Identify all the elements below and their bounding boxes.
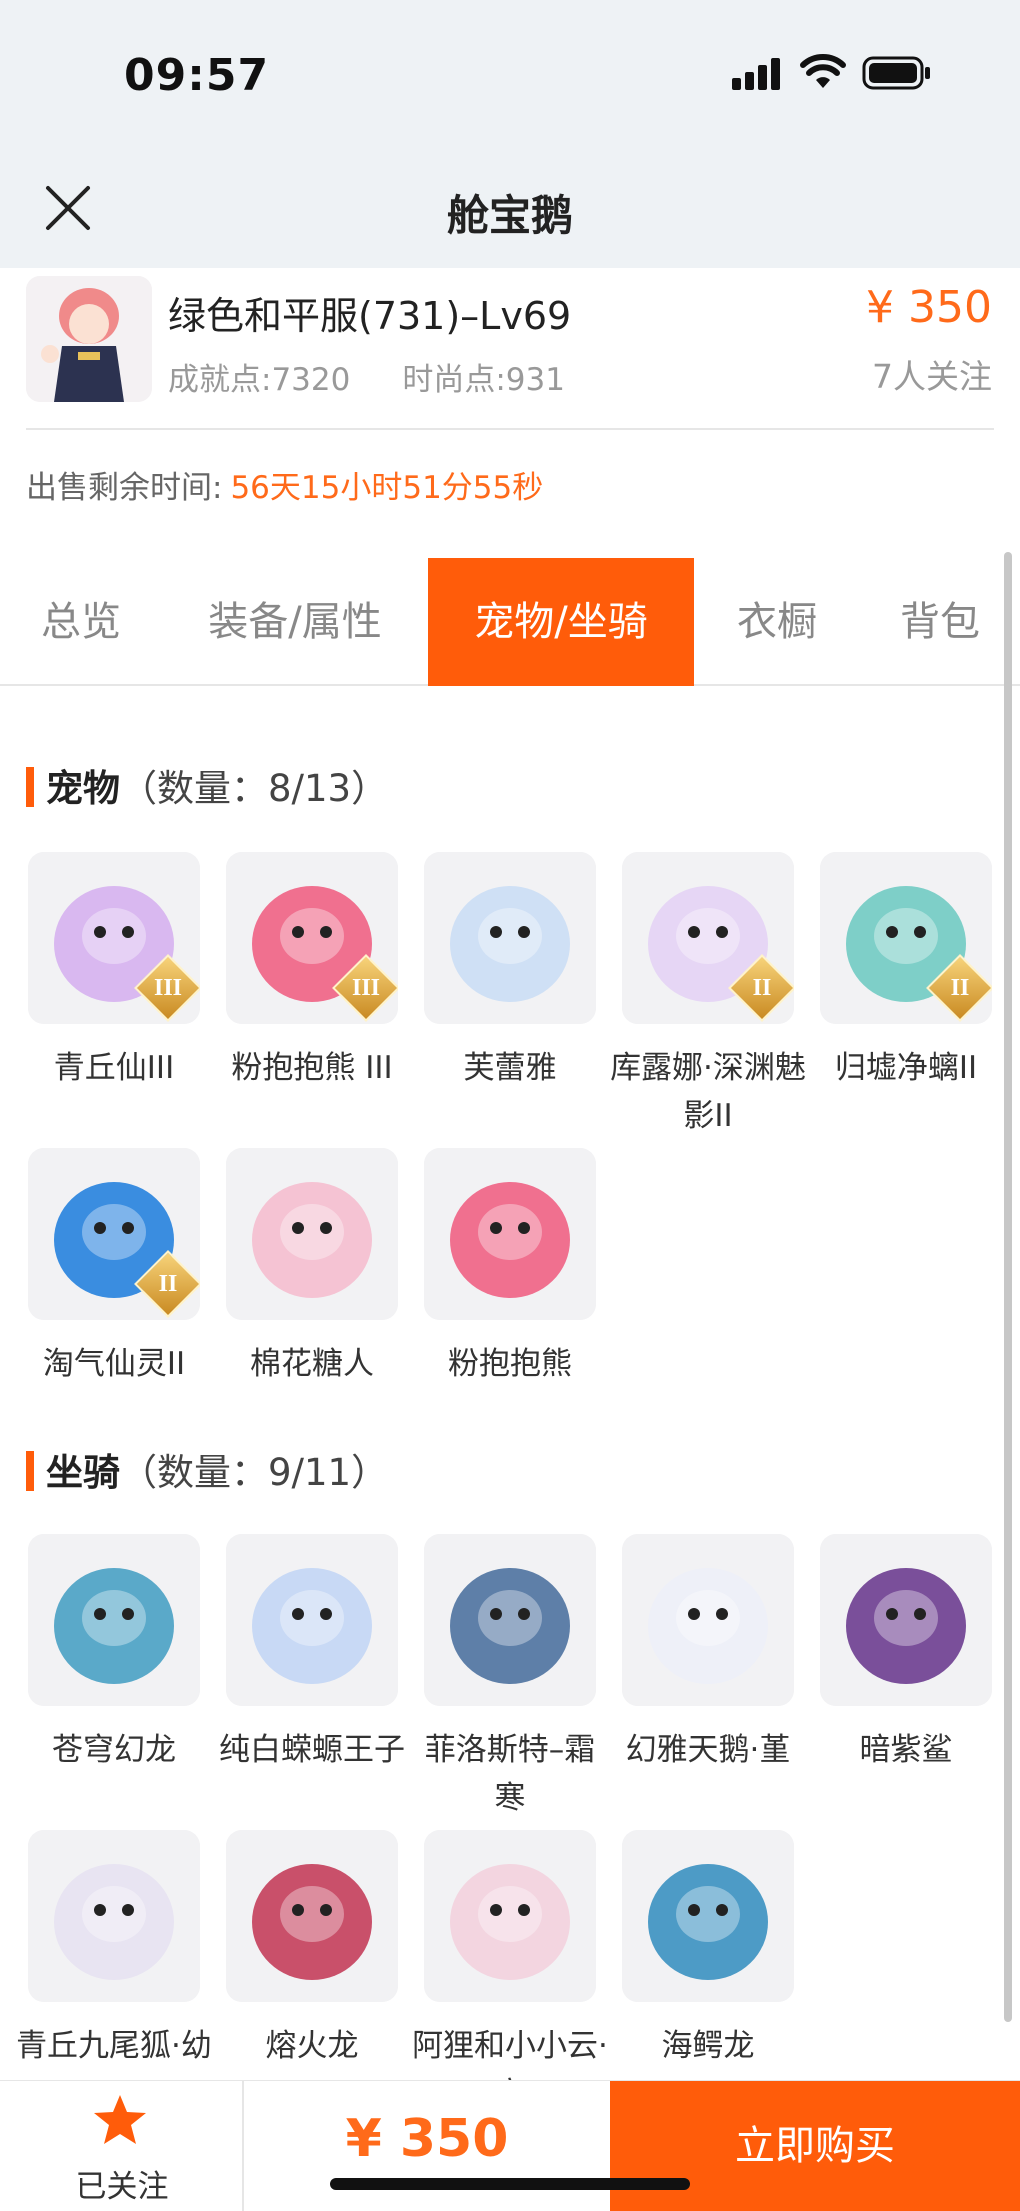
- remaining-time-value: 56天15小时51分55秒: [230, 470, 544, 506]
- mount-item[interactable]: 青丘九尾狐·幼: [14, 1830, 214, 2070]
- mount-thumbnail: [424, 1534, 596, 1706]
- character-stats: 成就点:7320 时尚点:931: [168, 354, 565, 399]
- star-icon: [94, 2095, 146, 2144]
- mount-name: 苍穹幻龙: [52, 1732, 176, 1768]
- mount-name: 纯白蝾螈王子: [219, 1732, 405, 1768]
- character-name: 绿色和平服(731)–Lv69: [168, 294, 572, 338]
- bottom-bar: 已关注 ¥ 350 立即购买: [0, 2080, 1020, 2211]
- mount-item[interactable]: 菲洛斯特–霜寒: [410, 1534, 610, 1822]
- mount-thumbnail: [424, 1830, 596, 2002]
- pets-section-title: 宠物（数量：8/13）: [26, 758, 388, 812]
- pet-item[interactable]: III 粉抱抱熊 III: [212, 852, 412, 1092]
- mount-item[interactable]: 纯白蝾螈王子: [212, 1534, 412, 1774]
- mount-item[interactable]: 海鳄龙: [608, 1830, 808, 2070]
- pet-thumbnail: [424, 852, 596, 1024]
- pet-item[interactable]: II 归墟净螭II: [806, 852, 1006, 1092]
- mounts-section-title: 坐骑（数量：9/11）: [26, 1442, 388, 1496]
- pet-name: 库露娜·深渊魅影II: [610, 1050, 806, 1134]
- status-time: 09:57: [124, 50, 270, 101]
- section-marker: [26, 767, 34, 807]
- page-title: 舱宝鹅: [446, 191, 573, 240]
- remaining-time-label: 出售剩余时间:: [26, 470, 223, 506]
- pet-name: 芙蕾雅: [463, 1050, 557, 1086]
- buy-now-button[interactable]: 立即购买: [610, 2081, 1020, 2211]
- grade-badge-text: III: [153, 975, 183, 1001]
- section-marker: [26, 1451, 34, 1491]
- tab-backpack[interactable]: 背包: [860, 558, 1020, 686]
- pet-name: 棉花糖人: [250, 1346, 374, 1382]
- divider: [26, 428, 994, 430]
- mount-thumbnail: [622, 1830, 794, 2002]
- mount-item[interactable]: 阿狸和小小云·高: [410, 1830, 610, 2118]
- pet-thumbnail: III: [28, 852, 200, 1024]
- tab-wardrobe[interactable]: 衣橱: [694, 558, 860, 686]
- pet-thumbnail: II: [820, 852, 992, 1024]
- tab-bar: 总览 装备/属性 宠物/坐骑 衣橱 背包: [0, 558, 1020, 686]
- scrollbar[interactable]: [1004, 552, 1012, 2022]
- pet-item[interactable]: II 淘气仙灵II: [14, 1148, 214, 1388]
- remaining-time: 出售剩余时间: 56天15小时51分55秒: [26, 462, 543, 507]
- status-bar: 09:57: [0, 0, 1020, 150]
- fashion-points: 时尚点:931: [402, 362, 565, 398]
- mount-thumbnail: [226, 1830, 398, 2002]
- pets-count: （数量：8/13）: [120, 767, 389, 810]
- character-avatar: [26, 276, 152, 402]
- bottom-price: ¥ 350: [345, 2109, 509, 2169]
- mount-name: 菲洛斯特–霜寒: [424, 1732, 596, 1816]
- pet-name: 淘气仙灵II: [42, 1346, 186, 1382]
- mount-name: 熔火龙: [265, 2028, 359, 2064]
- grade-badge-text: III: [351, 975, 381, 1001]
- achievement-points: 成就点:7320: [168, 362, 351, 398]
- grade-badge-text: II: [752, 975, 772, 1001]
- follow-button[interactable]: 已关注: [0, 2081, 244, 2211]
- listing-price: ¥ 350: [866, 282, 992, 333]
- mount-thumbnail: [226, 1534, 398, 1706]
- mount-item[interactable]: 幻雅天鹅·堇: [608, 1534, 808, 1774]
- pet-item[interactable]: 芙蕾雅: [410, 852, 610, 1092]
- follow-label: 已关注: [75, 2169, 169, 2205]
- pet-thumbnail: II: [28, 1148, 200, 1320]
- mount-thumbnail: [622, 1534, 794, 1706]
- wifi-icon: [800, 54, 846, 88]
- grade-badge-text: II: [950, 975, 970, 1001]
- pet-name: 青丘仙III: [53, 1050, 175, 1086]
- battery-icon: [862, 56, 930, 90]
- mount-name: 青丘九尾狐·幼: [16, 2028, 212, 2064]
- tab-pets-mounts[interactable]: 宠物/坐骑: [428, 558, 694, 686]
- mount-item[interactable]: 熔火龙: [212, 1830, 412, 2070]
- pet-name: 归墟净螭II: [834, 1050, 978, 1086]
- pet-thumbnail: II: [622, 852, 794, 1024]
- pet-name: 粉抱抱熊 III: [231, 1050, 393, 1086]
- mount-thumbnail: [28, 1830, 200, 2002]
- mounts-title: 坐骑: [46, 1451, 120, 1494]
- grade-badge-text: II: [158, 1271, 178, 1297]
- mount-item[interactable]: 暗紫鲨: [806, 1534, 1006, 1774]
- mounts-count: （数量：9/11）: [120, 1451, 389, 1494]
- tab-equipment[interactable]: 装备/属性: [162, 558, 428, 686]
- pet-thumbnail: [226, 1148, 398, 1320]
- home-indicator: [330, 2178, 690, 2190]
- pet-item[interactable]: II 库露娜·深渊魅影II: [608, 852, 808, 1140]
- mount-name: 幻雅天鹅·堇: [625, 1732, 791, 1768]
- nav-bar: 舱宝鹅: [0, 150, 1020, 268]
- follower-count: 7人关注: [872, 357, 992, 396]
- mount-item[interactable]: 苍穹幻龙: [14, 1534, 214, 1774]
- pet-thumbnail: [424, 1148, 596, 1320]
- pet-item[interactable]: 棉花糖人: [212, 1148, 412, 1388]
- mount-thumbnail: [820, 1534, 992, 1706]
- pet-item[interactable]: 粉抱抱熊: [410, 1148, 610, 1388]
- pets-title: 宠物: [46, 767, 120, 810]
- mount-name: 暗紫鲨: [859, 1732, 953, 1768]
- signal-icon: [732, 56, 784, 90]
- mount-name: 海鳄龙: [661, 2028, 755, 2064]
- pet-thumbnail: III: [226, 852, 398, 1024]
- mount-thumbnail: [28, 1534, 200, 1706]
- pet-item[interactable]: III 青丘仙III: [14, 852, 214, 1092]
- character-image: [26, 276, 152, 402]
- pet-name: 粉抱抱熊: [448, 1346, 572, 1382]
- tab-overview[interactable]: 总览: [0, 558, 162, 686]
